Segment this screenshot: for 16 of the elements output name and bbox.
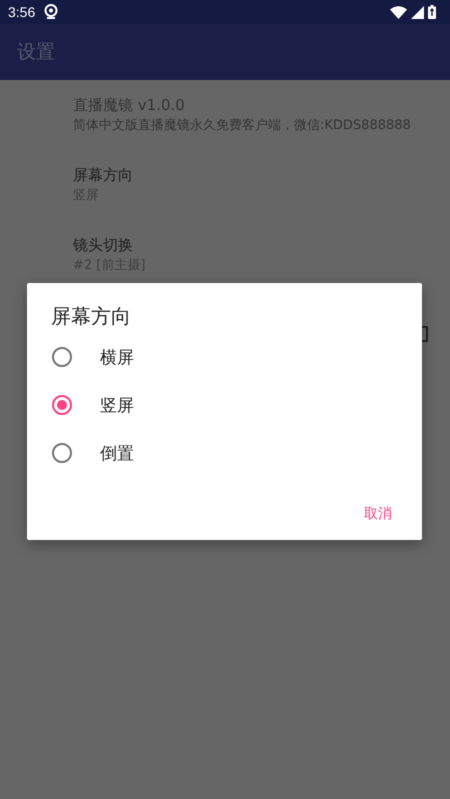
status-time: 3:56 bbox=[8, 4, 36, 20]
cancel-button[interactable]: 取消 bbox=[356, 499, 400, 529]
webcam-icon bbox=[44, 4, 58, 20]
radio-button[interactable] bbox=[52, 443, 72, 463]
radio-button[interactable] bbox=[52, 395, 72, 415]
option-label[interactable]: 竖屏 bbox=[100, 394, 134, 416]
radio-button[interactable] bbox=[52, 347, 72, 367]
dialog-title: 屏幕方向 bbox=[51, 303, 131, 330]
option-label[interactable]: 倒置 bbox=[100, 442, 134, 464]
setting-title[interactable]: 屏幕方向 bbox=[73, 164, 450, 186]
setting-title[interactable]: 镜头切换 bbox=[73, 234, 450, 256]
battery-icon bbox=[428, 5, 436, 19]
signal-icon bbox=[411, 6, 424, 18]
wifi-icon bbox=[390, 6, 407, 18]
app-bar-title: 设置 bbox=[17, 40, 55, 65]
option-label[interactable]: 横屏 bbox=[100, 346, 134, 368]
